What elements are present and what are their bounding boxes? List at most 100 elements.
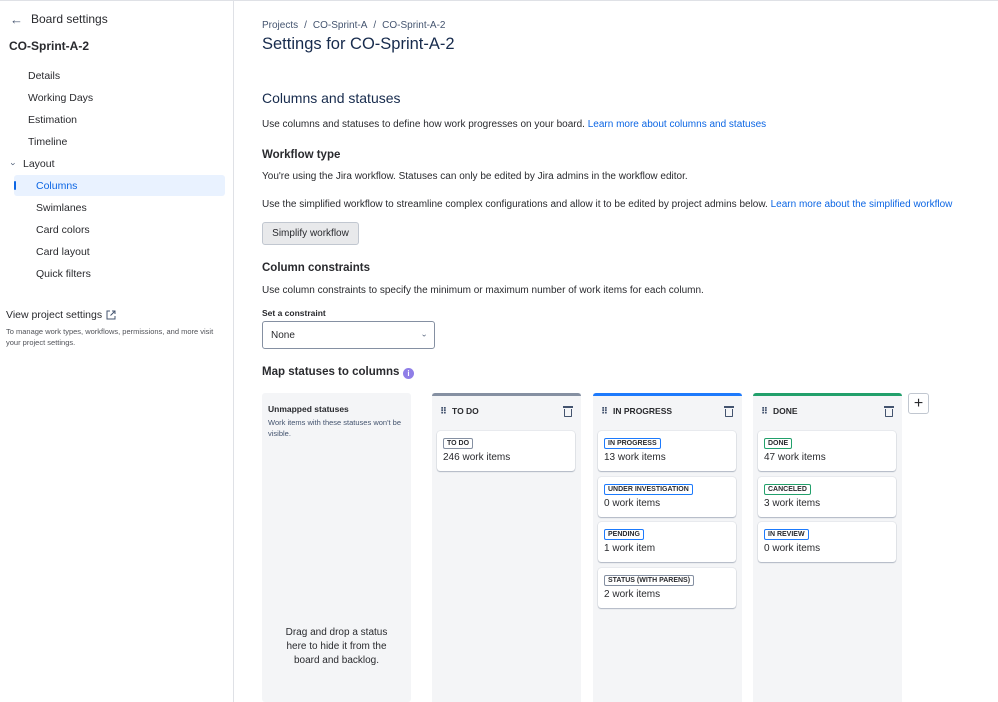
status-count-unit: work items xyxy=(772,543,821,554)
column-header: ⠿ IN PROGRESS xyxy=(601,404,734,418)
sidebar-item-estimation[interactable]: Estimation xyxy=(28,109,77,130)
unmapped-title: Unmapped statuses xyxy=(268,404,349,414)
status-count: 0 work items xyxy=(764,543,820,554)
sidebar-item-label: Card colors xyxy=(36,223,90,236)
view-project-settings-description: To manage work types, workflows, permiss… xyxy=(6,327,214,347)
learn-more-simplified-link[interactable]: Learn more about the simplified workflow xyxy=(771,199,953,210)
status-card[interactable]: IN PROGRESS 13 work items xyxy=(598,431,736,471)
delete-icon[interactable] xyxy=(884,405,894,417)
workflow-type-heading: Workflow type xyxy=(262,149,341,161)
status-lozenge: STATUS (WITH PARENS) xyxy=(604,575,695,586)
sidebar-item-card-layout[interactable]: Card layout xyxy=(36,241,90,262)
unmapped-drop-hint: Drag and drop a status here to hide it f… xyxy=(285,627,388,666)
sidebar: ← Board settings CO-Sprint-A-2 Details W… xyxy=(0,0,234,702)
sidebar-item-working-days[interactable]: Working Days xyxy=(28,87,93,108)
status-count-unit: work items xyxy=(617,452,666,463)
breadcrumb-board[interactable]: CO-Sprint-A-2 xyxy=(382,20,445,31)
status-count-unit: work items xyxy=(612,498,661,509)
status-count-number: 2 xyxy=(604,589,610,600)
drag-handle-icon[interactable]: ⠿ xyxy=(761,406,768,416)
constraint-label: Set a constraint xyxy=(262,308,326,318)
active-indicator xyxy=(14,181,16,190)
delete-icon[interactable] xyxy=(724,405,734,417)
status-card[interactable]: CANCELED 3 work items xyxy=(758,477,896,517)
status-count: 1 work item xyxy=(604,543,655,554)
column-header: ⠿ DONE xyxy=(761,404,894,418)
sidebar-item-layout[interactable]: › Layout xyxy=(8,153,55,174)
board-name: CO-Sprint-A-2 xyxy=(9,39,89,53)
drag-handle-icon[interactable]: ⠿ xyxy=(440,406,447,416)
status-lozenge: TO DO xyxy=(443,438,474,449)
map-statuses-heading: Map statuses to columns xyxy=(262,366,400,378)
back-arrow-icon[interactable]: ← xyxy=(10,13,23,26)
status-count-unit: work items xyxy=(777,452,826,463)
status-count-number: 1 xyxy=(604,543,610,554)
sidebar-item-label: Estimation xyxy=(28,113,78,126)
status-card[interactable]: PENDING 1 work item xyxy=(598,522,736,562)
workflow-description: You're using the Jira workflow. Statuses… xyxy=(262,171,688,182)
delete-icon[interactable] xyxy=(563,405,573,417)
status-lozenge: IN PROGRESS xyxy=(604,438,661,449)
simplify-workflow-button[interactable]: Simplify workflow xyxy=(262,222,359,245)
status-count-number: 47 xyxy=(764,452,776,463)
column-done[interactable]: ⠿ DONE DONE 47 work items CANCELED 3 wor… xyxy=(753,393,902,702)
columns-statuses-description: Use columns and statuses to define how w… xyxy=(262,119,766,130)
simplified-workflow-description: Use the simplified workflow to streamlin… xyxy=(262,199,952,210)
sidebar-header: ← Board settings xyxy=(10,11,108,27)
status-count: 47 work items xyxy=(764,452,826,463)
column-color-bar xyxy=(432,393,581,396)
sidebar-item-quick-filters[interactable]: Quick filters xyxy=(36,263,91,284)
status-count-unit: work items xyxy=(772,498,821,509)
status-card[interactable]: UNDER INVESTIGATION 0 work items xyxy=(598,477,736,517)
column-to-do[interactable]: ⠿ TO DO TO DO 246 work items xyxy=(432,393,581,702)
status-lozenge: PENDING xyxy=(604,529,644,540)
constraint-select-value: None xyxy=(271,329,295,341)
breadcrumb-projects[interactable]: Projects xyxy=(262,20,298,31)
column-in-progress[interactable]: ⠿ IN PROGRESS IN PROGRESS 13 work items … xyxy=(593,393,742,702)
status-count-unit: work items xyxy=(462,452,511,463)
sidebar-item-columns[interactable]: Columns xyxy=(14,175,225,196)
status-count-unit: work item xyxy=(612,543,656,554)
simplified-workflow-text: Use the simplified workflow to streamlin… xyxy=(262,199,768,210)
page-title: Settings for CO-Sprint-A-2 xyxy=(262,35,455,53)
sidebar-item-label: Layout xyxy=(23,157,55,170)
status-card[interactable]: DONE 47 work items xyxy=(758,431,896,471)
sidebar-title: Board settings xyxy=(31,12,108,26)
status-count-number: 246 xyxy=(443,452,460,463)
learn-more-columns-link[interactable]: Learn more about columns and statuses xyxy=(588,119,766,130)
constraint-select[interactable]: None › xyxy=(262,321,435,349)
column-name: DONE xyxy=(773,406,798,416)
sidebar-item-timeline[interactable]: Timeline xyxy=(28,131,67,152)
view-project-settings-link[interactable]: View project settings xyxy=(6,309,116,321)
sidebar-item-label: Columns xyxy=(36,179,78,192)
sidebar-item-label: Working Days xyxy=(28,91,94,104)
status-count-number: 0 xyxy=(604,498,610,509)
status-lozenge: CANCELED xyxy=(764,484,811,495)
external-link-icon xyxy=(106,310,116,320)
status-count-number: 3 xyxy=(764,498,770,509)
columns-statuses-text: Use columns and statuses to define how w… xyxy=(262,119,585,130)
sidebar-item-label: Swimlanes xyxy=(36,201,87,214)
status-card[interactable]: TO DO 246 work items xyxy=(437,431,575,471)
sidebar-item-details[interactable]: Details xyxy=(28,65,60,86)
column-color-bar xyxy=(753,393,902,396)
add-column-button[interactable]: + xyxy=(908,393,929,414)
sidebar-item-label: Card layout xyxy=(36,245,90,258)
sidebar-item-label: Details xyxy=(28,69,61,82)
breadcrumb-project[interactable]: CO-Sprint-A xyxy=(313,20,367,31)
columns-statuses-heading: Columns and statuses xyxy=(262,90,401,106)
status-lozenge: UNDER INVESTIGATION xyxy=(604,484,693,495)
chevron-down-icon: › xyxy=(8,162,19,165)
drag-handle-icon[interactable]: ⠿ xyxy=(601,406,608,416)
column-name: TO DO xyxy=(452,406,479,416)
sidebar-item-card-colors[interactable]: Card colors xyxy=(36,219,90,240)
column-constraints-heading: Column constraints xyxy=(262,262,370,274)
status-card[interactable]: STATUS (WITH PARENS) 2 work items xyxy=(598,568,736,608)
status-card[interactable]: IN REVIEW 0 work items xyxy=(758,522,896,562)
sidebar-item-swimlanes[interactable]: Swimlanes xyxy=(36,197,87,218)
info-icon[interactable]: i xyxy=(403,368,414,379)
breadcrumb-separator: / xyxy=(304,20,307,31)
column-name: IN PROGRESS xyxy=(613,406,673,416)
status-lozenge: DONE xyxy=(764,438,793,449)
status-count-number: 0 xyxy=(764,543,770,554)
